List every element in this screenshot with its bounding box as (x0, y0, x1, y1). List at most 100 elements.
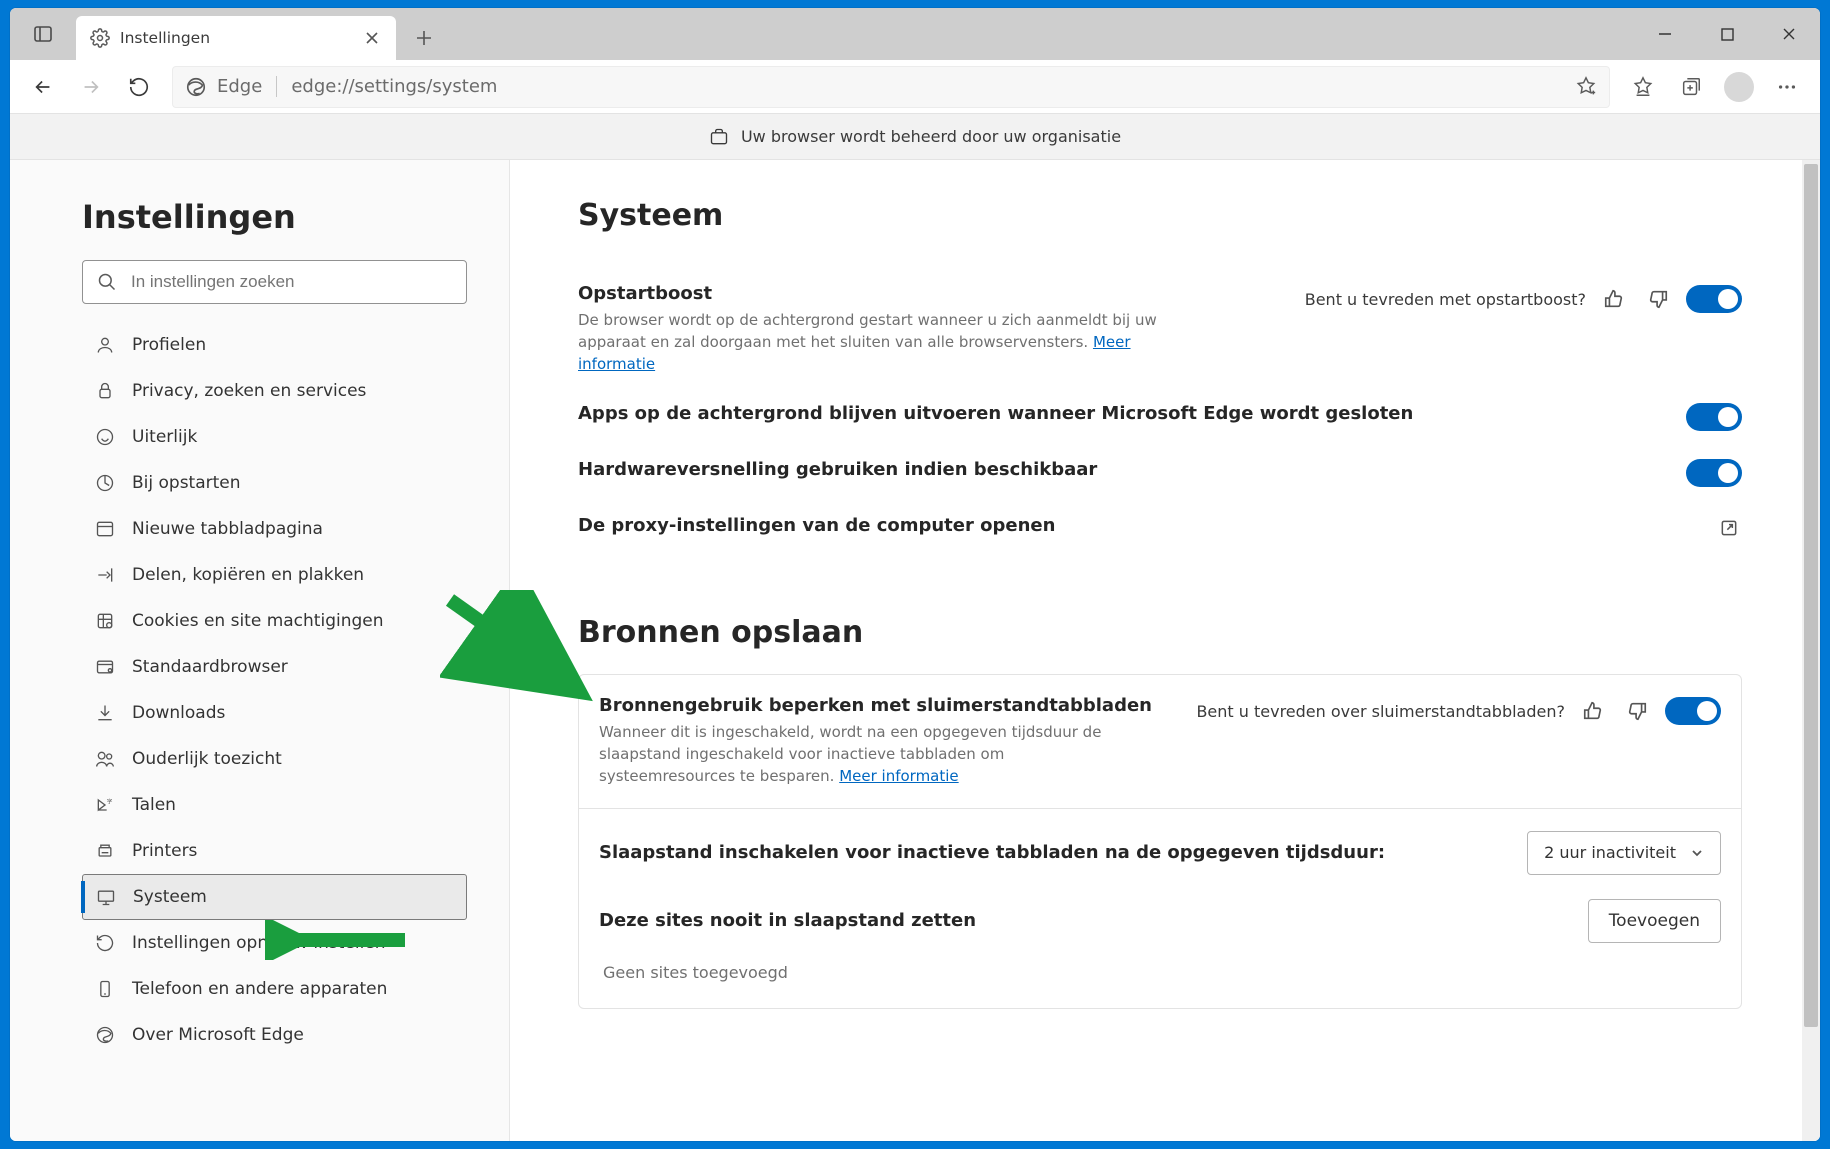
sleeping-tabs-card: Bronnengebruik beperken met sluimerstand… (578, 674, 1742, 1008)
scrollbar[interactable] (1802, 160, 1820, 1141)
sidebar-item[interactable]: Printers (82, 828, 467, 874)
nav-item-label: Profielen (132, 335, 206, 355)
section-heading-system: Systeem (578, 198, 1742, 233)
favorite-button[interactable] (1575, 76, 1597, 98)
forward-button[interactable] (68, 66, 114, 108)
active-tab[interactable]: Instellingen (76, 16, 396, 60)
nav-item-label: Talen (132, 795, 176, 815)
sidebar-item[interactable]: Bij opstarten (82, 460, 467, 506)
scrollbar-thumb[interactable] (1804, 164, 1818, 1027)
maximize-icon (1721, 28, 1734, 41)
sidebar-item[interactable]: Nieuwe tabbladpagina (82, 506, 467, 552)
startup-boost-toggle[interactable] (1686, 285, 1742, 313)
back-button[interactable] (20, 66, 66, 108)
sidebar-item[interactable]: Standaardbrowser (82, 644, 467, 690)
thumbs-up-button[interactable] (1598, 283, 1630, 315)
nav-icon (94, 335, 116, 355)
never-sleep-row: Deze sites nooit in slaapstand zetten To… (599, 887, 1721, 955)
sidebar-item[interactable]: Delen, kopiëren en plakken (82, 552, 467, 598)
settings-nav: Profielen Privacy, zoeken en servicesUite… (82, 322, 467, 1058)
star-plus-icon (1575, 76, 1597, 98)
sidebar-item[interactable]: Cookies en site machtigingen (82, 598, 467, 644)
nav-icon (95, 887, 117, 907)
collections-icon (1680, 76, 1702, 98)
thumbs-up-button[interactable] (1577, 695, 1609, 727)
nav-icon (94, 473, 116, 493)
sidebar-item[interactable]: Downloads (82, 690, 467, 736)
menu-button[interactable] (1764, 66, 1810, 108)
collections-button[interactable] (1668, 66, 1714, 108)
never-sleep-label: Deze sites nooit in slaapstand zetten (599, 910, 976, 931)
nav-icon (94, 657, 116, 677)
refresh-button[interactable] (116, 66, 162, 108)
address-bar[interactable]: Edge edge://settings/system (172, 66, 1610, 108)
background-apps-toggle[interactable] (1686, 403, 1742, 431)
address-url: edge://settings/system (287, 76, 497, 97)
sleep-after-select[interactable]: 2 uur inactiviteit (1527, 831, 1721, 875)
sidebar-item[interactable]: Telefoon en andere apparaten (82, 966, 467, 1012)
thumbs-up-icon (1603, 288, 1625, 310)
nav-item-label: Printers (132, 841, 197, 861)
sidebar-item[interactable]: Over Microsoft Edge (82, 1012, 467, 1058)
org-managed-banner: Uw browser wordt beheerd door uw organis… (10, 114, 1820, 160)
nav-item-label: Ouderlijk toezicht (132, 749, 282, 769)
sleep-tabs-title: Bronnengebruik beperken met sluimerstand… (599, 695, 1152, 716)
nav-icon (94, 427, 116, 447)
close-window-button[interactable] (1758, 8, 1820, 60)
nav-icon (94, 841, 116, 861)
nav-icon (94, 611, 116, 631)
nav-item-label: Instellingen opnieuw instellen (132, 933, 386, 953)
sidebar-item[interactable]: Profielen (82, 322, 467, 368)
edge-logo-icon (185, 76, 207, 98)
startup-boost-title: Opstartboost (578, 283, 1198, 304)
tab-close-button[interactable] (358, 24, 386, 52)
sidebar-item[interactable]: 字 Talen (82, 782, 467, 828)
add-site-button[interactable]: Toevoegen (1588, 899, 1721, 943)
gear-icon (90, 28, 110, 48)
nav-item-label: Standaardbrowser (132, 657, 288, 677)
hw-accel-toggle[interactable] (1686, 459, 1742, 487)
sidebar-item[interactable]: Systeem (82, 874, 467, 920)
sidebar-item[interactable]: Instellingen opnieuw instellen (82, 920, 467, 966)
briefcase-icon (709, 127, 729, 147)
sleep-tabs-desc: Wanneer dit is ingeschakeld, wordt na ee… (599, 722, 1119, 787)
nav-item-label: Downloads (132, 703, 225, 723)
arrow-right-icon (80, 76, 102, 98)
sidebar-item[interactable]: Uiterlijk (82, 414, 467, 460)
maximize-button[interactable] (1696, 8, 1758, 60)
minimize-icon (1658, 27, 1672, 41)
favorites-button[interactable] (1620, 66, 1666, 108)
nav-icon: 字 (94, 795, 116, 815)
never-sleep-empty: Geen sites toegevoegd (599, 955, 1721, 982)
hw-accel-title: Hardwareversnelling gebruiken indien bes… (578, 459, 1097, 480)
tab-actions-button[interactable] (10, 8, 76, 60)
sidebar-item[interactable]: Ouderlijk toezicht (82, 736, 467, 782)
thumbs-down-button[interactable] (1642, 283, 1674, 315)
profile-button[interactable] (1716, 66, 1762, 108)
arrow-left-icon (32, 76, 54, 98)
settings-sidebar: Instellingen Profielen Privacy, zoeken en… (10, 160, 510, 1141)
sleep-after-label: Slaapstand inschakelen voor inactieve ta… (599, 842, 1385, 863)
search-input[interactable] (131, 272, 452, 292)
new-tab-button[interactable] (404, 18, 444, 58)
sleep-tabs-toggle[interactable] (1665, 697, 1721, 725)
tab-title: Instellingen (120, 29, 348, 47)
settings-search[interactable] (82, 260, 467, 304)
content: Instellingen Profielen Privacy, zoeken en… (10, 160, 1820, 1141)
thumbs-down-icon (1647, 288, 1669, 310)
thumbs-down-icon (1626, 700, 1648, 722)
startup-boost-desc: De browser wordt op de achtergrond gesta… (578, 310, 1198, 375)
sidebar-heading: Instellingen (82, 198, 467, 236)
org-managed-text: Uw browser wordt beheerd door uw organis… (741, 127, 1121, 146)
minimize-button[interactable] (1634, 8, 1696, 60)
setting-proxy[interactable]: De proxy-instellingen van de computer op… (578, 501, 1742, 555)
thumbs-down-button[interactable] (1621, 695, 1653, 727)
nav-icon (94, 565, 116, 585)
sidebar-item[interactable]: Privacy, zoeken en services (82, 368, 467, 414)
open-external-icon (1716, 515, 1742, 541)
nav-item-label: Over Microsoft Edge (132, 1025, 304, 1045)
sleep-tabs-learn-more-link[interactable]: Meer informatie (839, 767, 958, 785)
setting-startup-boost: Opstartboost De browser wordt op de acht… (578, 269, 1742, 389)
proxy-title: De proxy-instellingen van de computer op… (578, 515, 1055, 536)
chevron-down-icon (1690, 846, 1704, 860)
